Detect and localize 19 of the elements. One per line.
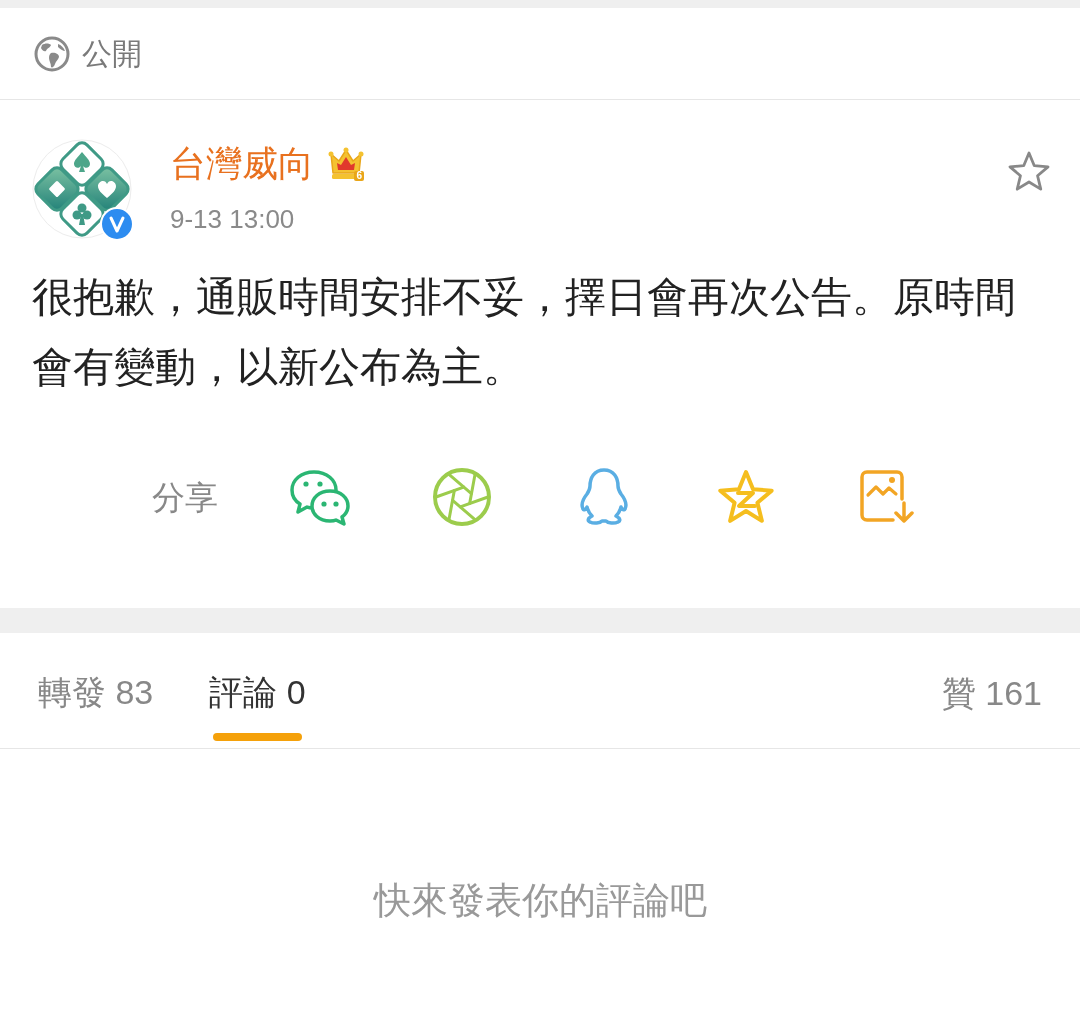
image-download-icon[interactable]	[859, 469, 917, 525]
level-badge: 6	[354, 171, 364, 181]
penguin-icon[interactable]	[578, 467, 630, 527]
crown-icon	[328, 146, 364, 182]
globe-icon	[34, 35, 70, 72]
share-label: 分享	[152, 480, 218, 514]
tab[interactable]: 轉發 83	[38, 633, 154, 748]
author-name[interactable]: 台灣威向	[170, 146, 314, 182]
z-star-icon[interactable]	[716, 468, 776, 526]
card-suits-logo[interactable]	[32, 139, 132, 239]
empty-comments-text: 快來發表你的評論吧	[373, 879, 707, 923]
likes-tab[interactable]: 贊 161	[941, 672, 1042, 713]
favorite-star-icon[interactable]	[1007, 150, 1051, 192]
chat-bubbles-icon[interactable]	[288, 467, 352, 527]
post-text: 很抱歉，通販時間安排不妥，擇日會再次公告。原時間會有變動，以新公布為主。	[32, 273, 1017, 392]
visibility-label: 公開	[82, 38, 142, 69]
tab[interactable]: 評論 0	[209, 633, 306, 748]
post-time: 9-13 13:00	[170, 203, 296, 235]
aperture-icon[interactable]	[432, 467, 492, 527]
